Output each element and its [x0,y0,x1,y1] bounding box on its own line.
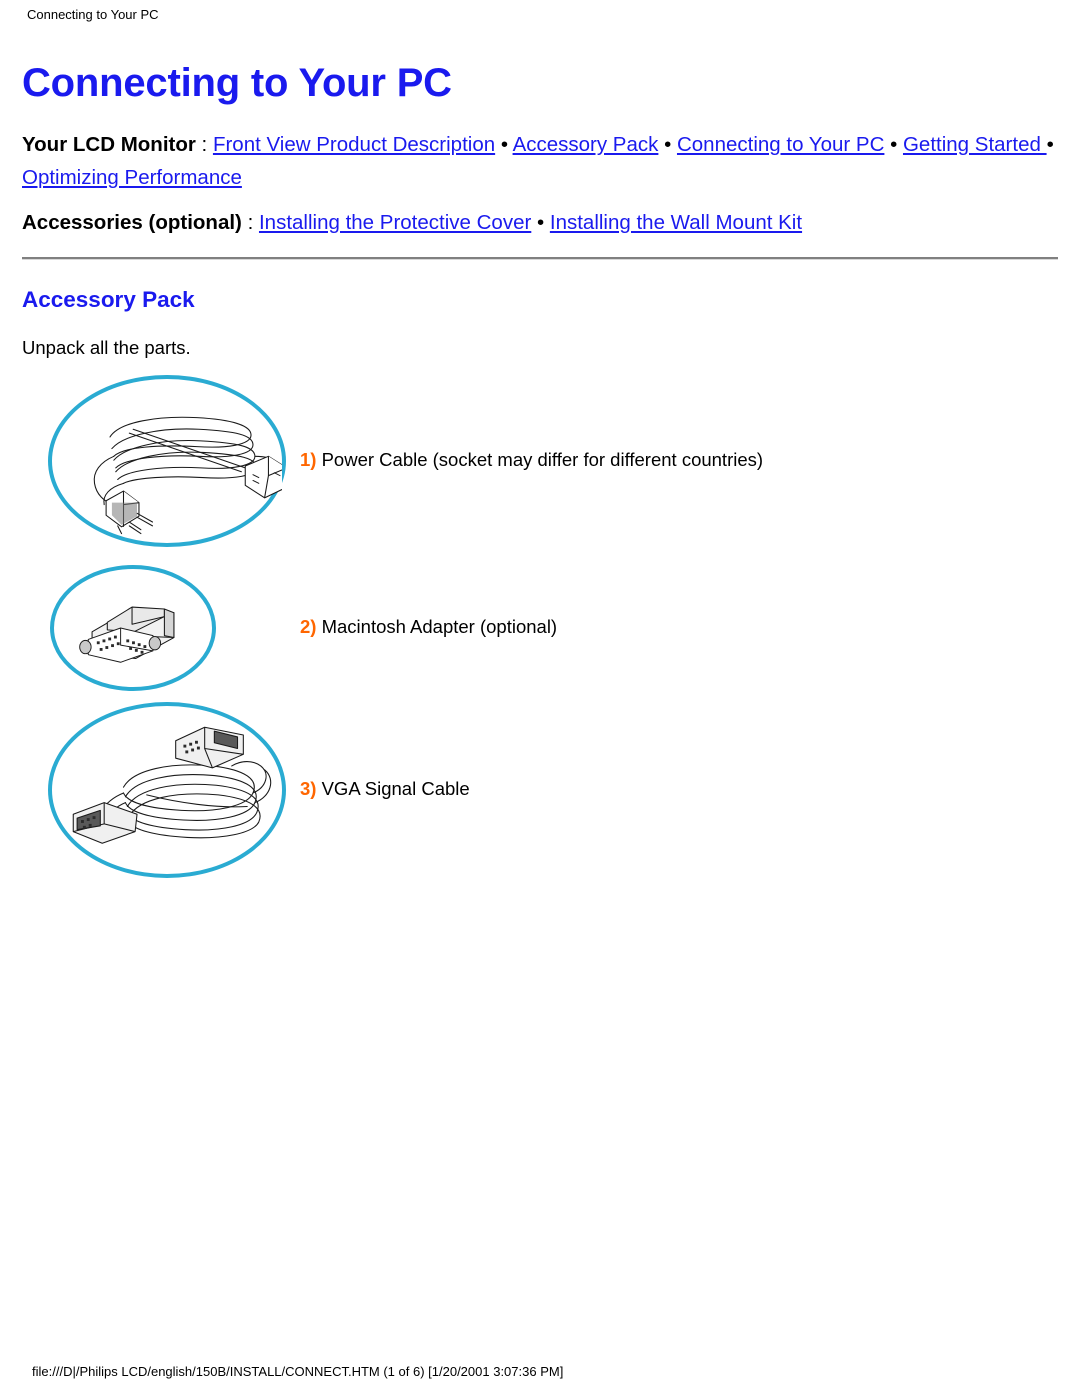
breadcrumb-accessories-label: Accessories (optional) [22,211,242,234]
breadcrumb-bullet-4: • [1046,133,1054,156]
accessory-number-1: 1) [300,449,317,470]
page-footer-path: file:///D|/Philips LCD/english/150B/INST… [32,1364,564,1379]
link-front-view-product-description[interactable]: Front View Product Description [213,133,495,156]
macintosh-adapter-illustration [79,606,175,663]
link-getting-started[interactable]: Getting Started [903,133,1047,156]
link-accessory-pack[interactable]: Accessory Pack [513,133,659,156]
section-title-accessory-pack: Accessory Pack [22,287,195,312]
section-intro-text: Unpack all the parts. [22,337,191,358]
vga-signal-cable-illustration [72,726,272,844]
breadcrumb-colon-1: : [195,133,213,156]
accessory-text-3: VGA Signal Cable [316,778,470,799]
accessory-number-3: 3) [300,778,317,799]
breadcrumb-bullet-1: • [495,133,513,156]
accessory-label-1: 1) Power Cable (socket may differ for di… [300,449,763,471]
breadcrumb-bullet-5: • [531,211,550,234]
accessory-image-frame-2 [50,565,216,691]
link-connecting-to-your-pc[interactable]: Connecting to Your PC [677,133,884,156]
accessory-image-frame-1 [48,375,286,547]
breadcrumb-bullet-2: • [658,133,677,156]
accessory-image-frame-3 [48,702,286,878]
accessory-text-1: Power Cable (socket may differ for diffe… [316,449,764,470]
page-title: Connecting to Your PC [22,61,452,105]
breadcrumb-monitor: Your LCD Monitor : Front View Product De… [22,128,1058,194]
breadcrumb-bullet-3: • [884,133,903,156]
accessory-text-2: Macintosh Adapter (optional) [316,616,558,637]
breadcrumb-accessories: Accessories (optional) : Installing the … [22,206,1058,239]
running-header: Connecting to Your PC [27,7,159,22]
accessory-label-2: 2) Macintosh Adapter (optional) [300,616,557,638]
horizontal-divider [22,257,1058,260]
power-cable-illustration [93,416,282,535]
document-content: Connecting to Your PC Your LCD Monitor :… [22,60,1058,1015]
breadcrumb-colon-2: : [241,211,259,234]
accessory-number-2: 2) [300,616,317,637]
breadcrumb-monitor-label: Your LCD Monitor [22,133,196,156]
accessory-label-3: 3) VGA Signal Cable [300,778,470,800]
link-optimizing-performance[interactable]: Optimizing Performance [22,166,242,189]
link-installing-the-wall-mount-kit[interactable]: Installing the Wall Mount Kit [550,211,802,234]
accessory-list: 1) Power Cable (socket may differ for di… [22,375,1058,1015]
link-installing-the-protective-cover[interactable]: Installing the Protective Cover [259,211,531,234]
